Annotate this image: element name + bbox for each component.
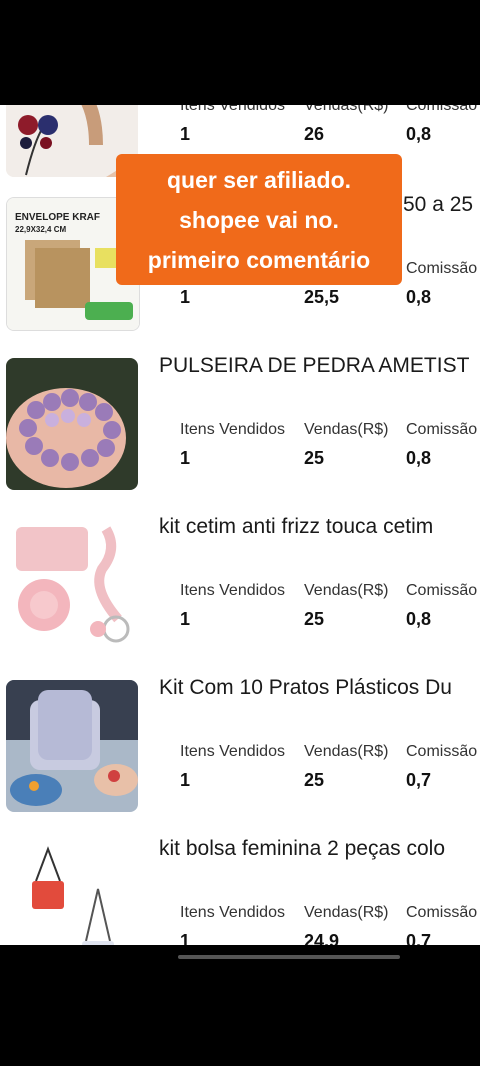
items-sold-label: Itens Vendidos	[180, 743, 285, 760]
sales-value: 24,9	[304, 931, 340, 945]
sales-label: Vendas(R$)	[304, 582, 389, 599]
commission-value: 0,7	[406, 931, 432, 945]
sales-value: 26	[304, 124, 325, 144]
items-sold-value: 1	[180, 287, 191, 307]
product-thumbnail-satin-kit	[6, 519, 138, 651]
sales-value: 25	[304, 609, 325, 629]
sales-label: Vendas(R$)	[304, 421, 389, 438]
envelope-size-text: 22,9X32,4 CM	[15, 225, 66, 234]
items-sold-value: 1	[180, 931, 191, 945]
home-indicator[interactable]	[178, 955, 400, 959]
caption-overlay: quer ser afiliado. shopee vai no. primei…	[116, 154, 402, 285]
caption-line-3: primeiro comentário	[147, 247, 371, 273]
items-sold-label: Itens Vendidos	[180, 904, 285, 921]
product-row[interactable]: kit bolsa feminina 2 peças colo Itens Ve…	[0, 835, 480, 945]
commission-value: 0,8	[406, 287, 432, 307]
sales-value: 25,5	[304, 287, 340, 307]
items-sold-value: 1	[180, 770, 191, 790]
caption-line-2: shopee vai no.	[179, 207, 339, 233]
envelope-thumb-text: ENVELOPE KRAF	[15, 212, 100, 223]
items-sold-value: 1	[180, 124, 191, 144]
product-title: 50 a 25	[403, 193, 474, 216]
product-row[interactable]: Kit Com 10 Pratos Plásticos Du Itens Ven…	[0, 674, 480, 835]
items-sold-label: Itens Vendidos	[180, 582, 285, 599]
commission-label: Comissão	[406, 105, 478, 114]
sales-value: 25	[304, 448, 325, 468]
commission-value: 0,7	[406, 770, 432, 790]
product-title: PULSEIRA DE PEDRA AMETIST	[159, 354, 470, 377]
sales-label: Vendas(R$)	[304, 105, 389, 114]
items-sold-label: Itens Vendidos	[180, 105, 285, 114]
commission-label: Comissão	[406, 904, 478, 921]
sales-label: Vendas(R$)	[304, 904, 389, 921]
commission-label: Comissão	[406, 421, 478, 438]
product-row[interactable]: kit cetim anti frizz touca cetim Itens V…	[0, 513, 480, 674]
product-title: kit cetim anti frizz touca cetim	[159, 515, 434, 538]
product-row[interactable]: PULSEIRA DE PEDRA AMETIST Itens Vendidos…	[0, 352, 480, 513]
items-sold-value: 1	[180, 609, 191, 629]
product-thumbnail-plates	[6, 680, 138, 812]
product-title: kit bolsa feminina 2 peças colo	[159, 837, 445, 860]
commission-label: Comissão	[406, 743, 478, 760]
items-sold-value: 1	[180, 448, 191, 468]
commission-value: 0,8	[406, 609, 432, 629]
product-title: Kit Com 10 Pratos Plásticos Du	[159, 676, 452, 699]
commission-value: 0,8	[406, 124, 432, 144]
caption-line-1: quer ser afiliado.	[166, 167, 352, 193]
commission-value: 0,8	[406, 448, 432, 468]
commission-label: Comissão	[406, 260, 478, 277]
product-thumbnail-bracelet	[6, 358, 138, 490]
sales-value: 25	[304, 770, 325, 790]
items-sold-label: Itens Vendidos	[180, 421, 285, 438]
product-thumbnail-handbag	[6, 841, 138, 945]
commission-label: Comissão	[406, 582, 478, 599]
sales-label: Vendas(R$)	[304, 743, 389, 760]
